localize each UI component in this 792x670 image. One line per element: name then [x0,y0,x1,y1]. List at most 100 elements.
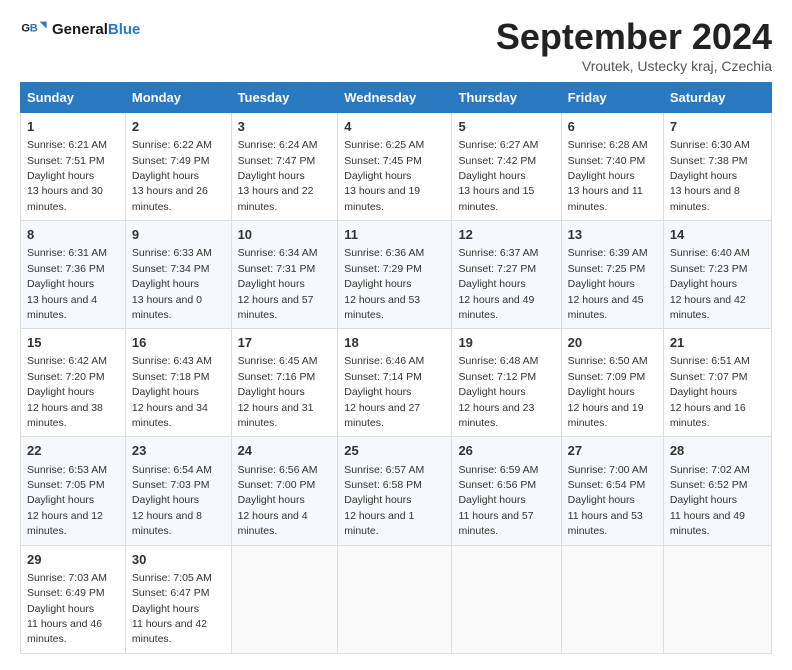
calendar-cell: 19 Sunrise: 6:48 AMSunset: 7:12 PMDayligh… [452,329,561,437]
day-number: 23 [132,442,225,460]
calendar-cell: 16 Sunrise: 6:43 AMSunset: 7:18 PMDayligh… [125,329,231,437]
calendar-cell: 27 Sunrise: 7:00 AMSunset: 6:54 PMDayligh… [561,437,663,545]
day-number: 18 [344,334,445,352]
calendar-week-row: 1 Sunrise: 6:21 AMSunset: 7:51 PMDaylight… [21,113,772,221]
calendar-cell: 26Sunrise: 6:59 AMSunset: 6:56 PMDayligh… [452,437,561,545]
day-number: 22 [27,442,119,460]
logo-icon: G B [20,16,48,44]
calendar-cell: 25 Sunrise: 6:57 AMSunset: 6:58 PMDayligh… [338,437,452,545]
logo: G B GeneralBlue [20,16,140,44]
calendar-cell: 20 Sunrise: 6:50 AMSunset: 7:09 PMDayligh… [561,329,663,437]
day-info: Sunrise: 6:30 AMSunset: 7:38 PMDaylight … [670,139,750,213]
day-info: Sunrise: 6:48 AMSunset: 7:12 PMDaylight … [458,355,538,429]
calendar-cell: 14 Sunrise: 6:40 AMSunset: 7:23 PMDayligh… [663,221,771,329]
day-info: Sunrise: 6:46 AMSunset: 7:14 PMDaylight … [344,355,424,429]
day-info: Sunrise: 6:50 AMSunset: 7:09 PMDaylight … [568,355,648,429]
weekday-header: Thursday [452,83,561,113]
day-info: Sunrise: 7:00 AMSunset: 6:54 PMDaylight … [568,464,648,538]
day-number: 20 [568,334,657,352]
day-info: Sunrise: 6:57 AMSunset: 6:58 PMDaylight … [344,464,424,538]
calendar-cell: 22Sunrise: 6:53 AMSunset: 7:05 PMDayligh… [21,437,126,545]
day-number: 24 [238,442,332,460]
calendar-cell: 7 Sunrise: 6:30 AMSunset: 7:38 PMDaylight… [663,113,771,221]
calendar-cell: 18 Sunrise: 6:46 AMSunset: 7:14 PMDayligh… [338,329,452,437]
day-info: Sunrise: 6:33 AMSunset: 7:34 PMDaylight … [132,247,212,321]
day-number: 25 [344,442,445,460]
day-info: Sunrise: 6:42 AMSunset: 7:20 PMDaylight … [27,355,107,429]
calendar-cell: 2Sunrise: 6:22 AMSunset: 7:49 PMDaylight… [125,113,231,221]
calendar-cell: 15Sunrise: 6:42 AMSunset: 7:20 PMDayligh… [21,329,126,437]
day-number: 19 [458,334,554,352]
day-info: Sunrise: 6:51 AMSunset: 7:07 PMDaylight … [670,355,750,429]
day-number: 10 [238,226,332,244]
day-info: Sunrise: 6:28 AMSunset: 7:40 PMDaylight … [568,139,648,213]
day-info: Sunrise: 6:27 AMSunset: 7:42 PMDaylight … [458,139,538,213]
calendar-cell [231,545,338,653]
calendar-cell: 29 Sunrise: 7:03 AMSunset: 6:49 PMDayligh… [21,545,126,653]
calendar-week-row: 29 Sunrise: 7:03 AMSunset: 6:49 PMDayligh… [21,545,772,653]
day-number: 11 [344,226,445,244]
page-header: G B GeneralBlue September 2024 Vroutek, … [20,16,772,74]
calendar-week-row: 8 Sunrise: 6:31 AMSunset: 7:36 PMDaylight… [21,221,772,329]
svg-text:B: B [30,22,38,34]
day-number: 16 [132,334,225,352]
day-info: Sunrise: 6:24 AMSunset: 7:47 PMDaylight … [238,139,318,213]
day-number: 21 [670,334,765,352]
day-info: Sunrise: 6:40 AMSunset: 7:23 PMDaylight … [670,247,750,321]
day-info: Sunrise: 6:39 AMSunset: 7:25 PMDaylight … [568,247,648,321]
svg-text:G: G [21,22,30,34]
calendar-week-row: 15Sunrise: 6:42 AMSunset: 7:20 PMDayligh… [21,329,772,437]
month-title: September 2024 [496,16,772,58]
calendar-cell: 17Sunrise: 6:45 AMSunset: 7:16 PMDayligh… [231,329,338,437]
day-info: Sunrise: 6:22 AMSunset: 7:49 PMDaylight … [132,139,212,213]
day-info: Sunrise: 6:54 AMSunset: 7:03 PMDaylight … [132,464,212,538]
calendar-cell: 9 Sunrise: 6:33 AMSunset: 7:34 PMDaylight… [125,221,231,329]
day-info: Sunrise: 6:25 AMSunset: 7:45 PMDaylight … [344,139,424,213]
day-number: 26 [458,442,554,460]
calendar-cell [338,545,452,653]
weekday-header: Saturday [663,83,771,113]
day-info: Sunrise: 6:43 AMSunset: 7:18 PMDaylight … [132,355,212,429]
calendar-cell: 24 Sunrise: 6:56 AMSunset: 7:00 PMDayligh… [231,437,338,545]
day-info: Sunrise: 7:05 AMSunset: 6:47 PMDaylight … [132,572,212,646]
calendar-table: SundayMondayTuesdayWednesdayThursdayFrid… [20,82,772,654]
subtitle: Vroutek, Ustecky kraj, Czechia [496,58,772,74]
day-info: Sunrise: 7:02 AMSunset: 6:52 PMDaylight … [670,464,750,538]
day-number: 28 [670,442,765,460]
calendar-cell [452,545,561,653]
weekday-header: Friday [561,83,663,113]
calendar-cell: 8 Sunrise: 6:31 AMSunset: 7:36 PMDaylight… [21,221,126,329]
day-info: Sunrise: 6:31 AMSunset: 7:36 PMDaylight … [27,247,107,321]
calendar-cell: 23 Sunrise: 6:54 AMSunset: 7:03 PMDayligh… [125,437,231,545]
calendar-cell: 28 Sunrise: 7:02 AMSunset: 6:52 PMDayligh… [663,437,771,545]
day-info: Sunrise: 7:03 AMSunset: 6:49 PMDaylight … [27,572,107,646]
weekday-header: Tuesday [231,83,338,113]
weekday-header: Monday [125,83,231,113]
day-number: 5 [458,118,554,136]
calendar-cell: 12Sunrise: 6:37 AMSunset: 7:27 PMDayligh… [452,221,561,329]
day-number: 27 [568,442,657,460]
calendar-cell: 30 Sunrise: 7:05 AMSunset: 6:47 PMDayligh… [125,545,231,653]
day-number: 9 [132,226,225,244]
day-number: 8 [27,226,119,244]
calendar-week-row: 22Sunrise: 6:53 AMSunset: 7:05 PMDayligh… [21,437,772,545]
day-number: 7 [670,118,765,136]
day-info: Sunrise: 6:21 AMSunset: 7:51 PMDaylight … [27,139,107,213]
calendar-cell: 6Sunrise: 6:28 AMSunset: 7:40 PMDaylight… [561,113,663,221]
day-info: Sunrise: 6:36 AMSunset: 7:29 PMDaylight … [344,247,424,321]
calendar-cell: 4Sunrise: 6:25 AMSunset: 7:45 PMDaylight… [338,113,452,221]
calendar-cell [663,545,771,653]
day-number: 14 [670,226,765,244]
day-info: Sunrise: 6:37 AMSunset: 7:27 PMDaylight … [458,247,538,321]
calendar-cell: 5 Sunrise: 6:27 AMSunset: 7:42 PMDaylight… [452,113,561,221]
calendar-cell: 11 Sunrise: 6:36 AMSunset: 7:29 PMDayligh… [338,221,452,329]
calendar-cell: 21 Sunrise: 6:51 AMSunset: 7:07 PMDayligh… [663,329,771,437]
calendar-cell: 3 Sunrise: 6:24 AMSunset: 7:47 PMDaylight… [231,113,338,221]
logo-text-blue: Blue [108,21,141,38]
day-number: 30 [132,551,225,569]
weekday-header: Wednesday [338,83,452,113]
day-number: 1 [27,118,119,136]
day-number: 3 [238,118,332,136]
day-info: Sunrise: 6:56 AMSunset: 7:00 PMDaylight … [238,464,318,538]
day-number: 29 [27,551,119,569]
